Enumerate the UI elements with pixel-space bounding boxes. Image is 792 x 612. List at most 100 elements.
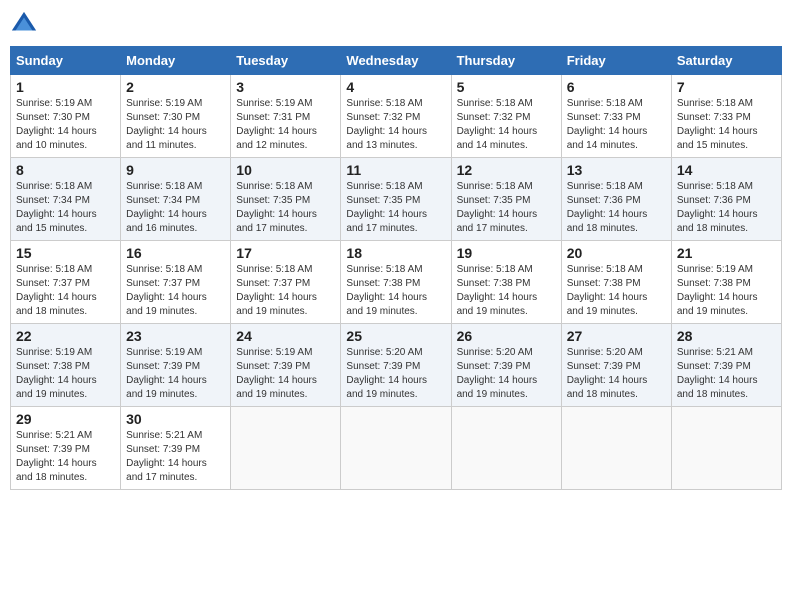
calendar-day-cell: 21 Sunrise: 5:19 AMSunset: 7:38 PMDayligh…	[671, 241, 781, 324]
day-info: Sunrise: 5:18 AMSunset: 7:34 PMDaylight:…	[16, 180, 115, 236]
weekday-header-wednesday: Wednesday	[341, 47, 451, 75]
calendar-day-cell: 9Sunrise: 5:18 AMSunset: 7:34 PMDaylight…	[121, 158, 231, 241]
calendar-week-row: 29Sunrise: 5:21 AMSunset: 7:39 PMDayligh…	[11, 407, 782, 490]
calendar-table: SundayMondayTuesdayWednesdayThursdayFrid…	[10, 46, 782, 490]
day-number: 30	[126, 411, 225, 427]
calendar-day-cell: 12Sunrise: 5:18 AMSunset: 7:35 PMDayligh…	[451, 158, 561, 241]
day-number: 27	[567, 328, 666, 344]
calendar-day-cell	[561, 407, 671, 490]
day-number: 10	[236, 162, 335, 178]
calendar-day-cell: 19 Sunrise: 5:18 AMSunset: 7:38 PMDayligh…	[451, 241, 561, 324]
day-number: 5	[457, 79, 556, 95]
day-number: 11	[346, 162, 445, 178]
day-info: Sunrise: 5:18 AMSunset: 7:33 PMDaylight:…	[677, 97, 776, 153]
calendar-day-cell: 2 Sunrise: 5:19 AMSunset: 7:30 PMDaylight…	[121, 75, 231, 158]
day-number: 12	[457, 162, 556, 178]
calendar-day-cell: 20 Sunrise: 5:18 AMSunset: 7:38 PMDayligh…	[561, 241, 671, 324]
weekday-header-saturday: Saturday	[671, 47, 781, 75]
calendar-day-cell: 17 Sunrise: 5:18 AMSunset: 7:37 PMDayligh…	[231, 241, 341, 324]
day-number: 25	[346, 328, 445, 344]
day-info: Sunrise: 5:21 AMSunset: 7:39 PMDaylight:…	[126, 429, 225, 485]
calendar-week-row: 8 Sunrise: 5:18 AMSunset: 7:34 PMDaylight…	[11, 158, 782, 241]
calendar-day-cell: 16Sunrise: 5:18 AMSunset: 7:37 PMDayligh…	[121, 241, 231, 324]
calendar-day-cell: 1Sunrise: 5:19 AMSunset: 7:30 PMDaylight…	[11, 75, 121, 158]
weekday-header-thursday: Thursday	[451, 47, 561, 75]
day-info: Sunrise: 5:19 AMSunset: 7:38 PMDaylight:…	[677, 263, 776, 319]
day-info: Sunrise: 5:18 AMSunset: 7:33 PMDaylight:…	[567, 97, 666, 153]
calendar-day-cell: 29Sunrise: 5:21 AMSunset: 7:39 PMDayligh…	[11, 407, 121, 490]
day-info: Sunrise: 5:20 AMSunset: 7:39 PMDaylight:…	[346, 346, 445, 402]
day-number: 19	[457, 245, 556, 261]
day-number: 13	[567, 162, 666, 178]
calendar-day-cell: 15Sunrise: 5:18 AMSunset: 7:37 PMDayligh…	[11, 241, 121, 324]
weekday-header-monday: Monday	[121, 47, 231, 75]
day-info: Sunrise: 5:19 AMSunset: 7:30 PMDaylight:…	[16, 97, 115, 153]
day-info: Sunrise: 5:18 AMSunset: 7:36 PMDaylight:…	[567, 180, 666, 236]
day-info: Sunrise: 5:18 AMSunset: 7:38 PMDaylight:…	[457, 263, 556, 319]
day-info: Sunrise: 5:20 AMSunset: 7:39 PMDaylight:…	[457, 346, 556, 402]
day-info: Sunrise: 5:18 AMSunset: 7:36 PMDaylight:…	[677, 180, 776, 236]
calendar-day-cell: 28 Sunrise: 5:21 AMSunset: 7:39 PMDayligh…	[671, 324, 781, 407]
calendar-day-cell: 5 Sunrise: 5:18 AMSunset: 7:32 PMDaylight…	[451, 75, 561, 158]
calendar-day-cell: 25 Sunrise: 5:20 AMSunset: 7:39 PMDayligh…	[341, 324, 451, 407]
logo	[10, 10, 42, 38]
day-info: Sunrise: 5:19 AMSunset: 7:30 PMDaylight:…	[126, 97, 225, 153]
day-info: Sunrise: 5:18 AMSunset: 7:35 PMDaylight:…	[236, 180, 335, 236]
day-info: Sunrise: 5:18 AMSunset: 7:38 PMDaylight:…	[346, 263, 445, 319]
day-number: 7	[677, 79, 776, 95]
calendar-day-cell: 14 Sunrise: 5:18 AMSunset: 7:36 PMDayligh…	[671, 158, 781, 241]
calendar-day-cell	[341, 407, 451, 490]
day-number: 23	[126, 328, 225, 344]
calendar-day-cell: 26 Sunrise: 5:20 AMSunset: 7:39 PMDayligh…	[451, 324, 561, 407]
calendar-day-cell: 11 Sunrise: 5:18 AMSunset: 7:35 PMDayligh…	[341, 158, 451, 241]
day-info: Sunrise: 5:18 AMSunset: 7:38 PMDaylight:…	[567, 263, 666, 319]
calendar-header-row: SundayMondayTuesdayWednesdayThursdayFrid…	[11, 47, 782, 75]
calendar-week-row: 1Sunrise: 5:19 AMSunset: 7:30 PMDaylight…	[11, 75, 782, 158]
header	[10, 10, 782, 38]
day-info: Sunrise: 5:18 AMSunset: 7:32 PMDaylight:…	[457, 97, 556, 153]
day-number: 2	[126, 79, 225, 95]
day-info: Sunrise: 5:19 AMSunset: 7:38 PMDaylight:…	[16, 346, 115, 402]
day-info: Sunrise: 5:18 AMSunset: 7:32 PMDaylight:…	[346, 97, 445, 153]
calendar-week-row: 15 Sunrise: 5:18 AMSunset: 7:37 PMDayligh…	[11, 241, 782, 324]
calendar-day-cell: 8 Sunrise: 5:18 AMSunset: 7:34 PMDaylight…	[11, 158, 121, 241]
day-info: Sunrise: 5:19 AMSunset: 7:31 PMDaylight:…	[236, 97, 335, 153]
calendar-day-cell: 23 Sunrise: 5:19 AMSunset: 7:39 PMDayligh…	[121, 324, 231, 407]
day-number: 26	[457, 328, 556, 344]
day-info: Sunrise: 5:21 AMSunset: 7:39 PMDaylight:…	[677, 346, 776, 402]
calendar-day-cell: 27 Sunrise: 5:20 AMSunset: 7:39 PMDayligh…	[561, 324, 671, 407]
day-number: 15	[16, 245, 115, 261]
calendar-day-cell: 30 Sunrise: 5:21 AMSunset: 7:39 PMDayligh…	[121, 407, 231, 490]
calendar-week-row: 22 Sunrise: 5:19 AMSunset: 7:38 PMDayligh…	[11, 324, 782, 407]
calendar-day-cell: 7 Sunrise: 5:18 AMSunset: 7:33 PMDaylight…	[671, 75, 781, 158]
day-number: 17	[236, 245, 335, 261]
day-number: 18	[346, 245, 445, 261]
calendar-day-cell: 13 Sunrise: 5:18 AMSunset: 7:36 PMDayligh…	[561, 158, 671, 241]
day-info: Sunrise: 5:18 AMSunset: 7:37 PMDaylight:…	[236, 263, 335, 319]
day-number: 24	[236, 328, 335, 344]
day-number: 14	[677, 162, 776, 178]
calendar-day-cell	[671, 407, 781, 490]
day-number: 20	[567, 245, 666, 261]
day-info: Sunrise: 5:19 AMSunset: 7:39 PMDaylight:…	[126, 346, 225, 402]
day-number: 22	[16, 328, 115, 344]
day-number: 9	[126, 162, 225, 178]
weekday-header-sunday: Sunday	[11, 47, 121, 75]
calendar-day-cell: 10 Sunrise: 5:18 AMSunset: 7:35 PMDayligh…	[231, 158, 341, 241]
day-info: Sunrise: 5:18 AMSunset: 7:35 PMDaylight:…	[346, 180, 445, 236]
calendar-day-cell: 22 Sunrise: 5:19 AMSunset: 7:38 PMDayligh…	[11, 324, 121, 407]
calendar-day-cell	[451, 407, 561, 490]
calendar-day-cell: 18 Sunrise: 5:18 AMSunset: 7:38 PMDayligh…	[341, 241, 451, 324]
day-number: 8	[16, 162, 115, 178]
calendar-day-cell	[231, 407, 341, 490]
day-info: Sunrise: 5:18 AMSunset: 7:37 PMDaylight:…	[126, 263, 225, 319]
weekday-header-tuesday: Tuesday	[231, 47, 341, 75]
day-number: 4	[346, 79, 445, 95]
day-number: 21	[677, 245, 776, 261]
day-number: 28	[677, 328, 776, 344]
day-number: 3	[236, 79, 335, 95]
day-info: Sunrise: 5:21 AMSunset: 7:39 PMDaylight:…	[16, 429, 115, 485]
day-number: 6	[567, 79, 666, 95]
day-info: Sunrise: 5:20 AMSunset: 7:39 PMDaylight:…	[567, 346, 666, 402]
calendar-day-cell: 24Sunrise: 5:19 AMSunset: 7:39 PMDayligh…	[231, 324, 341, 407]
